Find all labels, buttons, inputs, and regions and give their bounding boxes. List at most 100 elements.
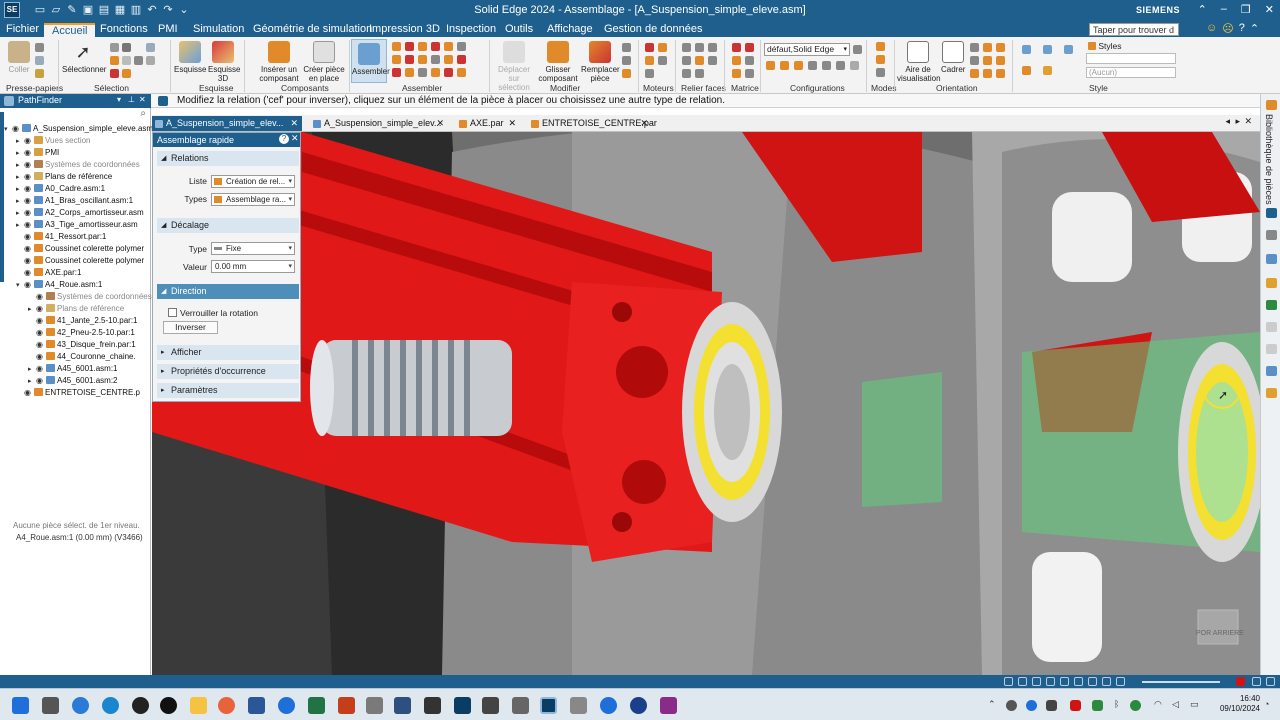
- visibility-eye-icon[interactable]: ◉: [12, 123, 22, 135]
- visibility-eye-icon[interactable]: ◉: [24, 171, 34, 183]
- app-blue-icon[interactable]: [278, 697, 295, 714]
- config-f-icon[interactable]: [836, 61, 845, 70]
- search-icon[interactable]: ⌕: [140, 108, 146, 119]
- solid-edge-taskbar-icon[interactable]: [540, 697, 557, 714]
- relation-more-icon[interactable]: [457, 68, 466, 77]
- grid-view-icon[interactable]: [1266, 300, 1277, 310]
- glisser-composant-button[interactable]: Glisser composant: [537, 41, 579, 83]
- motor-d-icon[interactable]: [658, 56, 667, 65]
- pattern-d-icon[interactable]: [745, 56, 754, 65]
- inverser-button[interactable]: Inverser: [163, 321, 218, 334]
- visibility-eye-icon[interactable]: ◉: [24, 219, 34, 231]
- visibility-eye-icon[interactable]: ◉: [24, 231, 34, 243]
- relation-gear-icon[interactable]: [418, 55, 427, 64]
- menu-tab-accueil[interactable]: Accueil: [44, 23, 96, 37]
- deplacer-selection-button[interactable]: Déplacer sur sélection: [492, 41, 536, 92]
- view-tri-icon[interactable]: [996, 69, 1005, 78]
- mode-c-icon[interactable]: [876, 68, 885, 77]
- esquisse-button[interactable]: Esquisse: [174, 41, 206, 74]
- battery-icon[interactable]: ▭: [1190, 699, 1199, 710]
- liste-select[interactable]: Création de rel... ▾: [211, 175, 295, 188]
- wifi-icon[interactable]: ◠: [1154, 699, 1162, 710]
- visibility-eye-icon[interactable]: ◉: [36, 363, 46, 375]
- link2-icon[interactable]: [1266, 344, 1277, 354]
- tree-item[interactable]: ▸ ◉ Systèmes de coordonnées: [16, 159, 140, 171]
- ribbon-collapse-icon[interactable]: ⌃: [1250, 22, 1259, 35]
- relation-flash-icon[interactable]: [418, 68, 427, 77]
- config-d-icon[interactable]: [808, 61, 817, 70]
- motor-a-icon[interactable]: [645, 43, 654, 52]
- section-proprietes[interactable]: ▸ Propriétés d'occurrence: [157, 364, 299, 379]
- view-cube-label[interactable]: POR ARRIERE: [1196, 630, 1244, 637]
- visibility-eye-icon[interactable]: ◉: [36, 375, 46, 387]
- zoom-icon[interactable]: [970, 43, 979, 52]
- relation-mate-icon[interactable]: [392, 42, 401, 51]
- library-icon[interactable]: [1266, 100, 1277, 110]
- styles-label[interactable]: Styles: [1088, 41, 1122, 51]
- tray-b-icon[interactable]: [1026, 700, 1037, 711]
- doc-tab-2[interactable]: A_Suspension_simple_elev... ✕: [310, 116, 448, 131]
- tree-item[interactable]: ▸ ◉ A2_Corps_amortisseur.asm: [16, 207, 144, 219]
- section-afficher[interactable]: ▸ Afficher: [157, 345, 299, 360]
- tree-item[interactable]: ▸ ◉ Plans de référence: [28, 303, 124, 315]
- visibility-eye-icon[interactable]: ◉: [24, 387, 34, 399]
- relate-c-icon[interactable]: [708, 43, 717, 52]
- sensor-icon[interactable]: [1266, 366, 1277, 376]
- doc-tab-3[interactable]: AXE.par ✕: [456, 116, 520, 131]
- view-style-icon[interactable]: [1088, 677, 1097, 686]
- aire-visualisation-button[interactable]: Aire de visualisation: [897, 41, 941, 83]
- select-show-icon[interactable]: [122, 69, 131, 78]
- style-color-icon[interactable]: [1043, 66, 1052, 75]
- doc-tab-1[interactable]: A_Suspension_simple_elev... ✕: [152, 116, 302, 131]
- config-g-icon[interactable]: [850, 61, 859, 70]
- visibility-eye-icon[interactable]: ◉: [24, 267, 34, 279]
- tree-item[interactable]: ▾ ◉ A_Suspension_simple_eleve.asm: [4, 123, 153, 135]
- assembler-button[interactable]: Assembler: [351, 39, 390, 83]
- visibility-eye-icon[interactable]: ◉: [36, 303, 46, 315]
- relation-angle-icon[interactable]: [457, 42, 466, 51]
- tools-icon[interactable]: [1266, 230, 1277, 240]
- family-icon[interactable]: [1266, 254, 1277, 264]
- select-lock-icon[interactable]: [134, 56, 143, 65]
- tree-item[interactable]: ▸ ◉ A0_Cadre.asm:1: [16, 183, 105, 195]
- tree-item[interactable]: ◉ 43_Disque_frein.par:1: [28, 339, 136, 351]
- volume-icon[interactable]: ◁: [1172, 699, 1179, 710]
- tab-prev-icon[interactable]: ◂: [1225, 116, 1230, 127]
- relation-rigid-icon[interactable]: [457, 55, 466, 64]
- visibility-eye-icon[interactable]: ◉: [24, 207, 34, 219]
- visibility-eye-icon[interactable]: ◉: [36, 351, 46, 363]
- command-search-input[interactable]: Taper pour trouver d: [1089, 23, 1179, 36]
- tray-f-icon[interactable]: [1130, 700, 1141, 711]
- pattern-f-icon[interactable]: [745, 69, 754, 78]
- select-hide-icon[interactable]: [110, 69, 119, 78]
- task-view-icon[interactable]: [42, 697, 59, 714]
- close-icon[interactable]: ✕: [436, 116, 444, 131]
- app-settings-icon[interactable]: [630, 697, 647, 714]
- modify-a-icon[interactable]: [622, 43, 631, 52]
- restore-button[interactable]: ❐: [1241, 3, 1251, 16]
- lock-rotation-checkbox[interactable]: [168, 308, 177, 317]
- search-icon[interactable]: ⌕: [1167, 22, 1173, 33]
- select-filter-icon[interactable]: [110, 43, 119, 52]
- relate-e-icon[interactable]: [695, 56, 704, 65]
- 3d-viewport[interactable]: POR ARRIERE ➚: [152, 132, 1260, 675]
- mode-b-icon[interactable]: [876, 55, 885, 64]
- visibility-eye-icon[interactable]: ◉: [24, 243, 34, 255]
- view-front-icon[interactable]: [970, 56, 979, 65]
- view-top-icon[interactable]: [983, 56, 992, 65]
- visibility-eye-icon[interactable]: ◉: [36, 327, 46, 339]
- tree-item[interactable]: ▸ ◉ A45_6001.asm:1: [28, 363, 118, 375]
- visibility-eye-icon[interactable]: ◉: [24, 255, 34, 267]
- configuration-select[interactable]: défaut,Solid Edge ▾: [764, 43, 850, 56]
- visibility-eye-icon[interactable]: ◉: [36, 291, 46, 303]
- section-decalage[interactable]: ◢ Décalage: [157, 218, 299, 233]
- tree-item[interactable]: ◉ 41_Ressort.par:1: [16, 231, 106, 243]
- close-icon[interactable]: ✕: [291, 133, 299, 144]
- menu-tab-fonctions[interactable]: Fonctions: [100, 23, 148, 35]
- minimize-button[interactable]: –: [1221, 3, 1227, 16]
- tree-item[interactable]: ◉ Coussinet colerette polymer: [16, 243, 144, 255]
- pan-icon[interactable]: [996, 43, 1005, 52]
- style-select[interactable]: (Aucun): [1086, 67, 1176, 78]
- style-shaded-icon[interactable]: [1022, 45, 1031, 54]
- tree-item[interactable]: ◉ Coussinet colerette polymer: [16, 255, 144, 267]
